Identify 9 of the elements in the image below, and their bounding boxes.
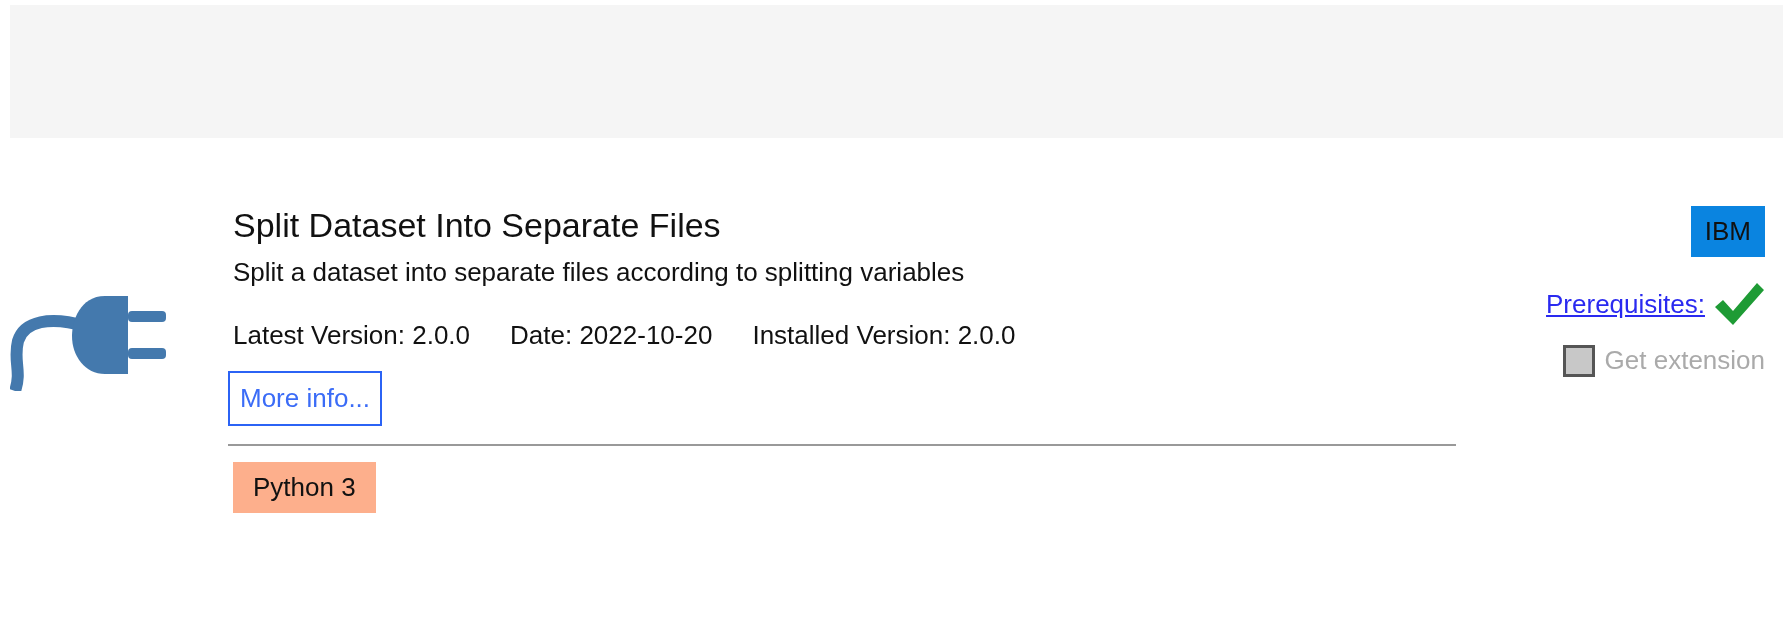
prerequisites-link[interactable]: Prerequisites: <box>1546 284 1705 324</box>
language-tag: Python 3 <box>233 462 376 513</box>
metadata-text: Date: 2022-10-20 <box>510 319 713 352</box>
metadata-text: Latest Version: 2.0.0 <box>233 319 471 352</box>
provider-badge: IBM <box>1690 206 1765 257</box>
extension-description: Split a dataset into separate files according to splitting variables <box>233 256 966 289</box>
more-info-button[interactable]: More info... <box>228 371 383 426</box>
extension-title: Split Dataset Into Separate Files <box>233 205 722 246</box>
metadata-text: Installed Version: 2.0.0 <box>752 319 1016 352</box>
